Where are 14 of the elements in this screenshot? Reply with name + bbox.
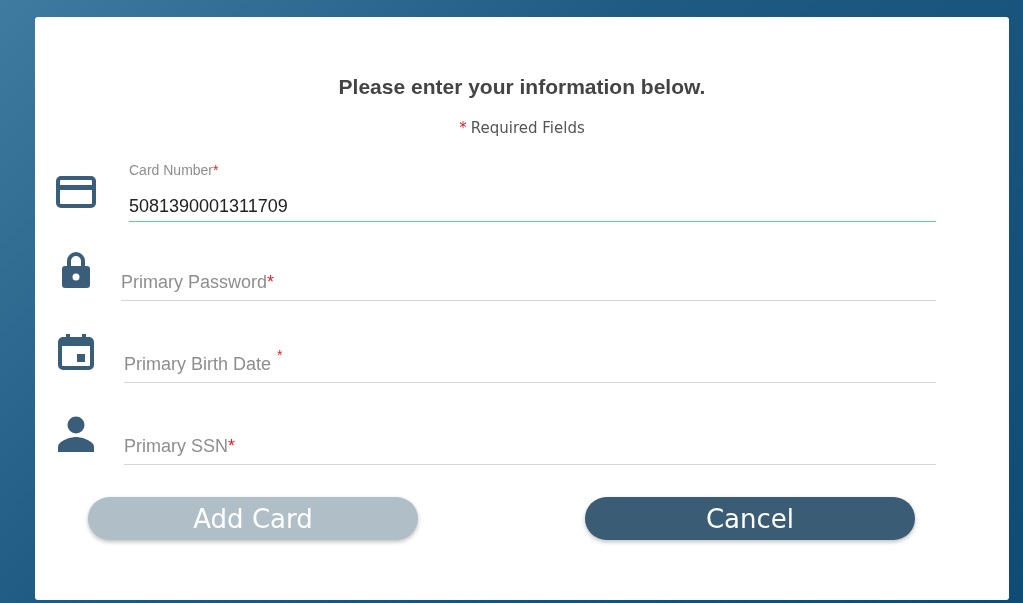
person-icon [57, 416, 95, 452]
field-label: Card Number* [129, 162, 219, 178]
lock-icon [60, 251, 92, 289]
calendar-icon [58, 334, 94, 370]
required-note: * Required Fields [459, 119, 585, 137]
input-field[interactable]: Primary SSN* [124, 403, 936, 465]
placeholder-text: Primary SSN* [124, 435, 236, 457]
placeholder-text: Primary Password* [121, 271, 275, 293]
cancel-button[interactable]: Cancel [585, 497, 915, 540]
input-field[interactable]: Primary Password* [121, 239, 936, 301]
input-field[interactable]: Primary Birth Date $^{*}$ [124, 321, 936, 383]
form-heading: Please enter your information below. [338, 75, 706, 99]
card-number-input[interactable]: 5081390001311709 [129, 196, 936, 222]
credit-card-icon [56, 176, 96, 208]
